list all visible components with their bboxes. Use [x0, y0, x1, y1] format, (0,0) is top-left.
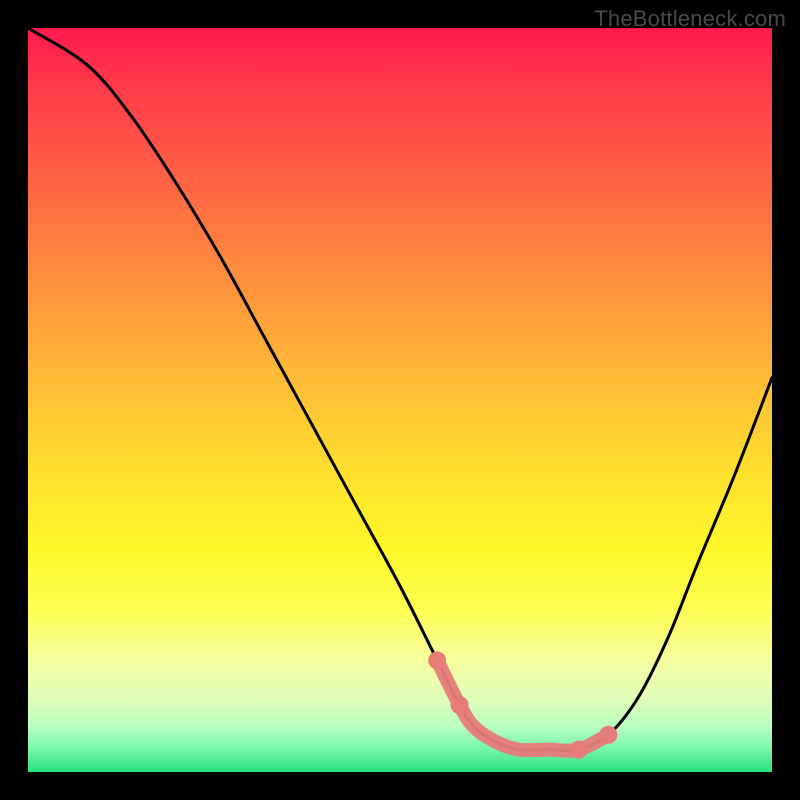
bottleneck-curve — [28, 28, 772, 772]
highlight-dot — [599, 726, 617, 744]
plot-area — [28, 28, 772, 772]
curve-path — [28, 28, 772, 751]
highlight-group — [428, 651, 617, 758]
chart-frame: TheBottleneck.com — [0, 0, 800, 800]
highlight-dot — [570, 741, 588, 759]
curve-group — [28, 28, 772, 751]
highlight-dot — [451, 696, 469, 714]
highlight-dot — [428, 651, 446, 669]
